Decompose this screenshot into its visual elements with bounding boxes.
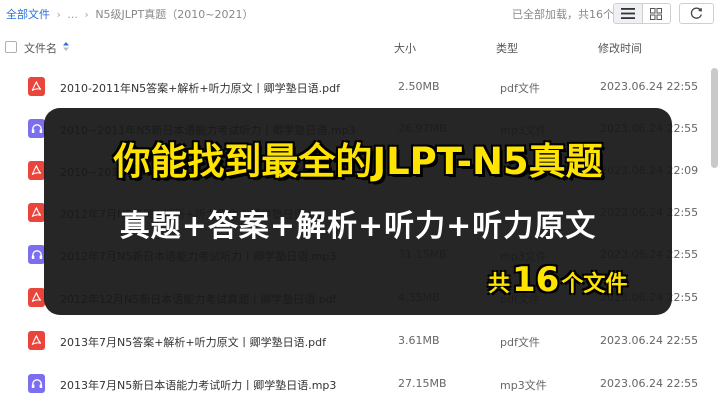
grid-view-button[interactable] (641, 4, 671, 23)
mp3-file-icon (28, 374, 45, 393)
file-name[interactable]: 2010-2011年N5答案+解析+听力原文丨卿学塾日语.pdf (60, 80, 340, 96)
file-modified-time: 2023.06.24 22:55 (600, 377, 699, 390)
column-header-size[interactable]: 大小 (394, 40, 416, 56)
top-bar: 全部文件 › ... › N5级JLPT真题（2010~2021） 已全部加载，… (0, 0, 720, 26)
file-type: pdf文件 (500, 336, 540, 349)
column-header-type[interactable]: 类型 (496, 40, 518, 56)
view-mode-toggle (613, 3, 671, 24)
grid-icon (650, 7, 663, 20)
banner-count-number: 16 (512, 260, 560, 300)
banner-file-count: 共16个文件 (488, 260, 627, 300)
banner-count-prefix: 共 (488, 272, 511, 297)
promo-banner: 你能找到最全的JLPT-N5真题 真题+答案+解析+听力+听力原文 共16个文件 (44, 108, 672, 315)
file-size: 3.61MB (398, 334, 440, 347)
breadcrumb: 全部文件 › ... › N5级JLPT真题（2010~2021） (6, 6, 253, 22)
file-name[interactable]: 2013年7月N5答案+解析+听力原文丨卿学塾日语.pdf (60, 334, 326, 350)
refresh-icon (690, 7, 702, 19)
mp3-file-icon (28, 119, 45, 138)
breadcrumb-ellipsis-link[interactable]: ... (67, 8, 78, 21)
file-modified-time: 2023.06.24 22:55 (600, 80, 699, 93)
pdf-file-icon (28, 77, 45, 96)
sort-icon[interactable] (63, 42, 69, 51)
mp3-file-icon (28, 245, 45, 264)
file-row[interactable]: 2013年7月N5答案+解析+听力原文丨卿学塾日语.pdf 3.61MB pdf文件… (0, 319, 720, 361)
file-type: mp3文件 (500, 379, 547, 392)
headphones-icon (31, 124, 42, 133)
file-modified-time: 2023.06.24 22:55 (600, 334, 699, 347)
pdf-file-icon (28, 161, 45, 180)
list-view-button[interactable] (614, 4, 642, 23)
file-size: 27.15MB (398, 377, 447, 390)
file-row[interactable]: 2010-2011年N5答案+解析+听力原文丨卿学塾日语.pdf 2.50MB pd… (0, 65, 720, 107)
pdf-file-icon (28, 331, 45, 350)
banner-title: 你能找到最全的JLPT-N5真题 (113, 140, 603, 183)
headphones-icon (31, 250, 42, 259)
select-all-checkbox[interactable] (5, 41, 17, 53)
pdf-icon (31, 165, 42, 175)
scrollbar-thumb[interactable] (711, 68, 718, 168)
pdf-file-icon (28, 288, 45, 307)
breadcrumb-separator: › (56, 8, 61, 21)
pdf-icon (31, 292, 42, 302)
breadcrumb-root-link[interactable]: 全部文件 (6, 8, 50, 21)
column-header-name[interactable]: 文件名 (24, 40, 57, 56)
pdf-icon (31, 81, 42, 91)
file-row[interactable]: 2013年7月N5新日本语能力考试听力丨卿学塾日语.mp3 27.15MB mp3文… (0, 362, 720, 404)
file-type: pdf文件 (500, 82, 540, 95)
banner-count-suffix: 个文件 (561, 272, 628, 297)
column-header-modified[interactable]: 修改时间 (598, 40, 642, 56)
list-icon (620, 8, 635, 19)
breadcrumb-separator: › (84, 8, 89, 21)
file-list-header: 文件名 大小 类型 修改时间 (0, 34, 720, 58)
load-status-text: 已全部加载，共16个 (512, 8, 614, 21)
file-name[interactable]: 2013年7月N5新日本语能力考试听力丨卿学塾日语.mp3 (60, 377, 336, 393)
refresh-button[interactable] (679, 3, 714, 24)
pdf-file-icon (28, 203, 45, 222)
headphones-icon (31, 379, 42, 388)
pdf-icon (31, 207, 42, 217)
file-size: 2.50MB (398, 80, 440, 93)
banner-subtitle: 真题+答案+解析+听力+听力原文 (119, 209, 597, 244)
pdf-icon (31, 335, 42, 345)
breadcrumb-current-folder: N5级JLPT真题（2010~2021） (95, 8, 254, 21)
